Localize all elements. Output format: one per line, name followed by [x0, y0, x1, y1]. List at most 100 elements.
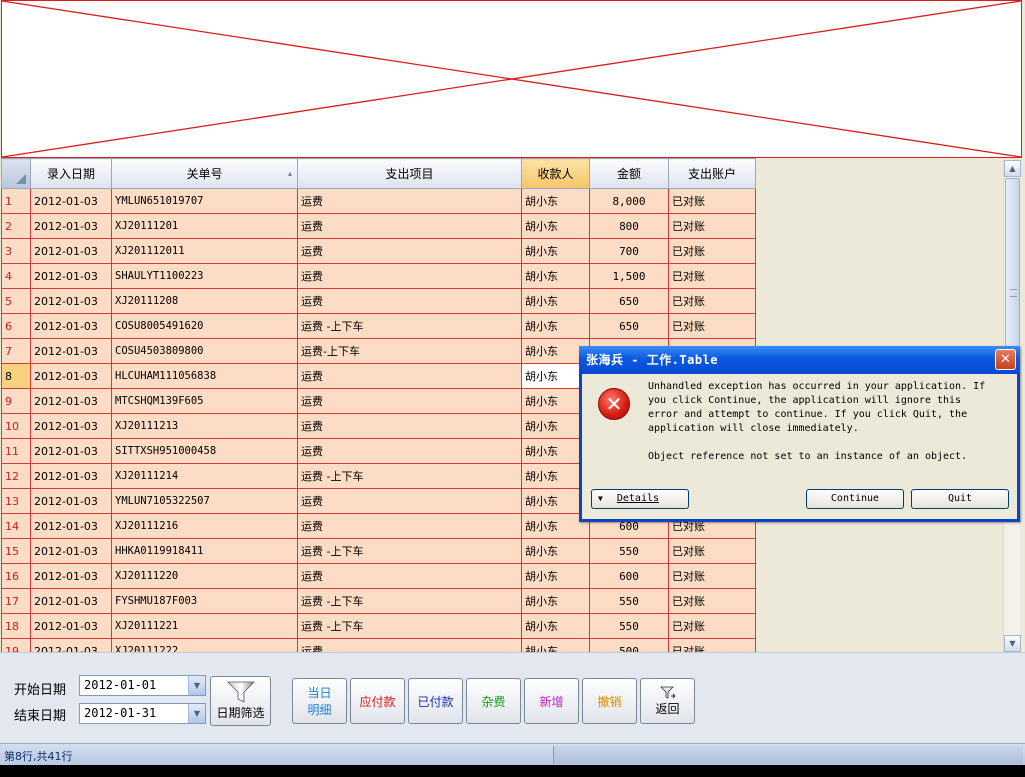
cell-account[interactable]: 已对账: [668, 538, 756, 564]
table-row[interactable]: 17 2012-01-03 FYSHMU187F003 运费 -上下车 胡小东 550 已对…: [1, 588, 756, 614]
cell-expense-item[interactable]: 运费-上下车: [297, 338, 522, 364]
cell-amount[interactable]: 800: [589, 213, 669, 239]
cell-amount[interactable]: 650: [589, 313, 669, 339]
scroll-up-button[interactable]: ▲: [1004, 160, 1021, 177]
cell-bill-no[interactable]: HLCUHAM111056838: [111, 363, 298, 389]
cell-date[interactable]: 2012-01-03: [30, 513, 112, 539]
cell-date[interactable]: 2012-01-03: [30, 363, 112, 389]
cell-amount[interactable]: 600: [589, 563, 669, 589]
cell-bill-no[interactable]: YMLUN7105322507: [111, 488, 298, 514]
row-number[interactable]: 11: [1, 438, 31, 464]
table-row[interactable]: 15 2012-01-03 HHKA0119918411 运费 -上下车 胡小东 550 已…: [1, 538, 756, 564]
cell-amount[interactable]: 650: [589, 288, 669, 314]
close-icon[interactable]: ✕: [995, 349, 1016, 370]
cell-account[interactable]: 已对账: [668, 288, 756, 314]
cell-amount[interactable]: 550: [589, 613, 669, 639]
chevron-down-icon[interactable]: ▼: [188, 676, 205, 695]
cell-bill-no[interactable]: XJ20111221: [111, 613, 298, 639]
scroll-down-button[interactable]: ▼: [1004, 635, 1021, 652]
cell-account[interactable]: 已对账: [668, 263, 756, 289]
cell-bill-no[interactable]: COSU8005491620: [111, 313, 298, 339]
cell-date[interactable]: 2012-01-03: [30, 288, 112, 314]
cell-bill-no[interactable]: HHKA0119918411: [111, 538, 298, 564]
cell-date[interactable]: 2012-01-03: [30, 238, 112, 264]
cell-bill-no[interactable]: XJ20111208: [111, 288, 298, 314]
cell-date[interactable]: 2012-01-03: [30, 488, 112, 514]
table-row[interactable]: 6 2012-01-03 COSU8005491620 运费 -上下车 胡小东 650 已对…: [1, 313, 756, 339]
row-number[interactable]: 15: [1, 538, 31, 564]
cell-bill-no[interactable]: YMLUN651019707: [111, 188, 298, 214]
cell-amount[interactable]: 550: [589, 538, 669, 564]
quit-button[interactable]: Quit: [911, 489, 1009, 509]
row-number[interactable]: 5: [1, 288, 31, 314]
cell-date[interactable]: 2012-01-03: [30, 463, 112, 489]
cell-account[interactable]: 已对账: [668, 313, 756, 339]
row-number[interactable]: 7: [1, 338, 31, 364]
cell-expense-item[interactable]: 运费: [297, 488, 522, 514]
cell-bill-no[interactable]: FYSHMU187F003: [111, 588, 298, 614]
row-number[interactable]: 13: [1, 488, 31, 514]
cell-expense-item[interactable]: 运费: [297, 188, 522, 214]
cell-date[interactable]: 2012-01-03: [30, 438, 112, 464]
cell-expense-item[interactable]: 运费: [297, 413, 522, 439]
cell-bill-no[interactable]: SHAULYT1100223: [111, 263, 298, 289]
cell-payee[interactable]: 胡小东: [521, 188, 590, 214]
cell-expense-item[interactable]: 运费: [297, 638, 522, 652]
table-row[interactable]: 5 2012-01-03 XJ20111208 运费 胡小东 650 已对账: [1, 288, 756, 314]
row-number[interactable]: 12: [1, 463, 31, 489]
cell-expense-item[interactable]: 运费: [297, 563, 522, 589]
back-button[interactable]: 返回: [640, 678, 695, 724]
cell-payee[interactable]: 胡小东: [521, 313, 590, 339]
cell-date[interactable]: 2012-01-03: [30, 413, 112, 439]
details-button[interactable]: ▼ Details: [591, 489, 689, 509]
row-number[interactable]: 9: [1, 388, 31, 414]
select-all-corner[interactable]: [1, 158, 31, 189]
cell-date[interactable]: 2012-01-03: [30, 588, 112, 614]
cell-bill-no[interactable]: XJ201112011: [111, 238, 298, 264]
start-date-combo[interactable]: 2012-01-01 ▼: [79, 675, 206, 696]
row-number[interactable]: 4: [1, 263, 31, 289]
row-number[interactable]: 8: [1, 363, 31, 389]
row-number[interactable]: 6: [1, 313, 31, 339]
row-number[interactable]: 17: [1, 588, 31, 614]
cell-expense-item[interactable]: 运费: [297, 288, 522, 314]
cell-bill-no[interactable]: XJ20111201: [111, 213, 298, 239]
cell-expense-item[interactable]: 运费 -上下车: [297, 613, 522, 639]
cell-expense-item[interactable]: 运费: [297, 363, 522, 389]
cell-payee[interactable]: 胡小东: [521, 263, 590, 289]
row-number[interactable]: 2: [1, 213, 31, 239]
column-header-amount[interactable]: 金额: [589, 158, 669, 189]
cell-payee[interactable]: 胡小东: [521, 238, 590, 264]
cell-account[interactable]: 已对账: [668, 563, 756, 589]
cell-date[interactable]: 2012-01-03: [30, 263, 112, 289]
row-number[interactable]: 19: [1, 638, 31, 652]
cell-payee[interactable]: 胡小东: [521, 638, 590, 652]
table-row[interactable]: 2 2012-01-03 XJ20111201 运费 胡小东 800 已对账: [1, 213, 756, 239]
cell-date[interactable]: 2012-01-03: [30, 213, 112, 239]
cell-account[interactable]: 已对账: [668, 613, 756, 639]
table-row[interactable]: 18 2012-01-03 XJ20111221 运费 -上下车 胡小东 550 已对账: [1, 613, 756, 639]
cell-amount[interactable]: 700: [589, 238, 669, 264]
cell-bill-no[interactable]: XJ20111220: [111, 563, 298, 589]
cell-amount[interactable]: 1,500: [589, 263, 669, 289]
cell-date[interactable]: 2012-01-03: [30, 388, 112, 414]
cell-expense-item[interactable]: 运费: [297, 513, 522, 539]
end-date-combo[interactable]: 2012-01-31 ▼: [79, 703, 206, 724]
cell-payee[interactable]: 胡小东: [521, 288, 590, 314]
cell-payee[interactable]: 胡小东: [521, 613, 590, 639]
row-number[interactable]: 18: [1, 613, 31, 639]
cell-date[interactable]: 2012-01-03: [30, 188, 112, 214]
cell-date[interactable]: 2012-01-03: [30, 338, 112, 364]
cell-account[interactable]: 已对账: [668, 213, 756, 239]
table-row[interactable]: 4 2012-01-03 SHAULYT1100223 运费 胡小东 1,500 已对账: [1, 263, 756, 289]
cell-date[interactable]: 2012-01-03: [30, 613, 112, 639]
cell-bill-no[interactable]: COSU4503809800: [111, 338, 298, 364]
table-row[interactable]: 16 2012-01-03 XJ20111220 运费 胡小东 600 已对账: [1, 563, 756, 589]
undo-button[interactable]: 撤销: [582, 678, 637, 724]
cell-bill-no[interactable]: SITTXSH951000458: [111, 438, 298, 464]
table-row[interactable]: 3 2012-01-03 XJ201112011 运费 胡小东 700 已对账: [1, 238, 756, 264]
cell-bill-no[interactable]: XJ20111213: [111, 413, 298, 439]
column-header-account[interactable]: 支出账户: [668, 158, 756, 189]
row-number[interactable]: 10: [1, 413, 31, 439]
column-header-date[interactable]: 录入日期: [30, 158, 112, 189]
